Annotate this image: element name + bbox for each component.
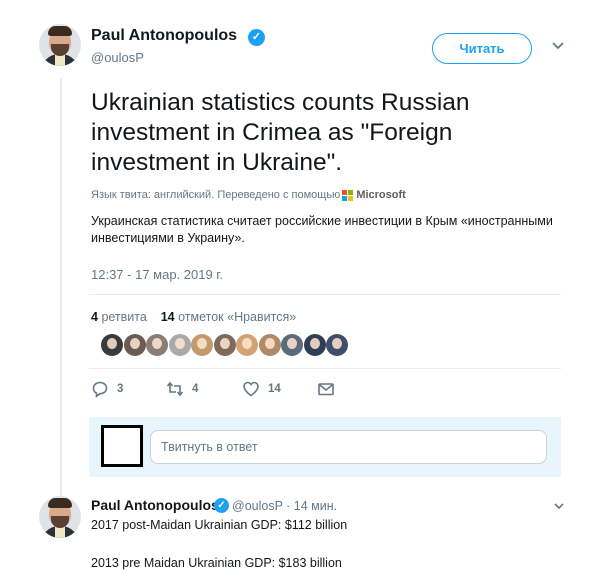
retweets-stat[interactable]: 4 ретвита — [91, 310, 147, 324]
reply-action[interactable]: 3 — [91, 380, 123, 398]
reply-text-line-2: 2013 pre Maidan Ukrainian GDP: $183 bill… — [91, 556, 342, 570]
like-action[interactable]: 14 — [242, 380, 281, 398]
author-name[interactable]: Paul Antonopoulos — [91, 27, 237, 45]
microsoft-logo-icon — [342, 189, 354, 201]
reply-meta: @oulosP · 14 мин. — [232, 499, 337, 513]
tweet-timestamp[interactable]: 12:37 - 17 мар. 2019 г. — [91, 267, 223, 282]
divider — [89, 294, 561, 295]
tweet-stats: 4 ретвита 14 отметок «Нравится» — [91, 310, 296, 324]
author-avatar[interactable] — [39, 24, 81, 66]
chevron-down-icon[interactable] — [551, 40, 565, 52]
liker-avatar[interactable] — [303, 334, 326, 356]
reply-author-name[interactable]: Paul Antonopoulos — [91, 497, 219, 513]
liker-avatar[interactable] — [123, 334, 146, 356]
retweet-icon — [166, 381, 184, 397]
reply-time[interactable]: · 14 мин. — [286, 499, 337, 513]
envelope-icon — [318, 383, 334, 396]
liker-avatar[interactable] — [213, 334, 236, 356]
reply-author-handle[interactable]: @oulosP — [232, 499, 283, 513]
reply-icon — [92, 381, 108, 398]
liker-avatar[interactable] — [281, 334, 303, 356]
verified-badge-icon: ✓ — [248, 29, 265, 46]
likers-list — [101, 334, 349, 356]
like-count: 14 — [268, 383, 281, 395]
follow-button[interactable]: Читать — [432, 33, 532, 64]
tweet-text: Ukrainian statistics counts Russian inve… — [91, 89, 470, 176]
liker-avatar[interactable] — [101, 334, 123, 356]
translation-note: Язык твита: английский. Переведено с пом… — [91, 189, 406, 201]
liker-avatar[interactable] — [146, 334, 168, 356]
current-user-avatar — [101, 425, 143, 467]
verified-badge-icon: ✓ — [214, 498, 229, 513]
retweet-count: 4 — [192, 383, 199, 395]
retweet-action[interactable]: 4 — [166, 380, 198, 398]
liker-avatar[interactable] — [168, 334, 191, 356]
liker-avatar[interactable] — [191, 334, 213, 356]
reply-text-line-1: 2017 post-Maidan Ukrainian GDP: $112 bil… — [91, 518, 348, 532]
reply-count: 3 — [117, 383, 124, 395]
divider — [89, 368, 561, 369]
translation-note-text: Язык твита: английский. Переведено с пом… — [91, 189, 341, 201]
message-action[interactable] — [317, 380, 335, 398]
author-handle[interactable]: @oulosP — [91, 50, 144, 65]
reply-author-avatar[interactable] — [39, 496, 81, 538]
reply-input[interactable]: Твитнуть в ответ — [150, 430, 547, 464]
translation-provider[interactable]: Microsoft — [356, 189, 406, 201]
thread-line — [60, 78, 62, 496]
likes-stat[interactable]: 14 отметок «Нравится» — [161, 310, 296, 324]
translated-text: Украинская статистика считает российские… — [91, 214, 553, 245]
heart-icon — [243, 381, 259, 397]
liker-avatar[interactable] — [258, 334, 281, 356]
liker-avatar[interactable] — [326, 334, 348, 356]
liker-avatar[interactable] — [236, 334, 258, 356]
chevron-down-icon[interactable] — [553, 501, 565, 511]
